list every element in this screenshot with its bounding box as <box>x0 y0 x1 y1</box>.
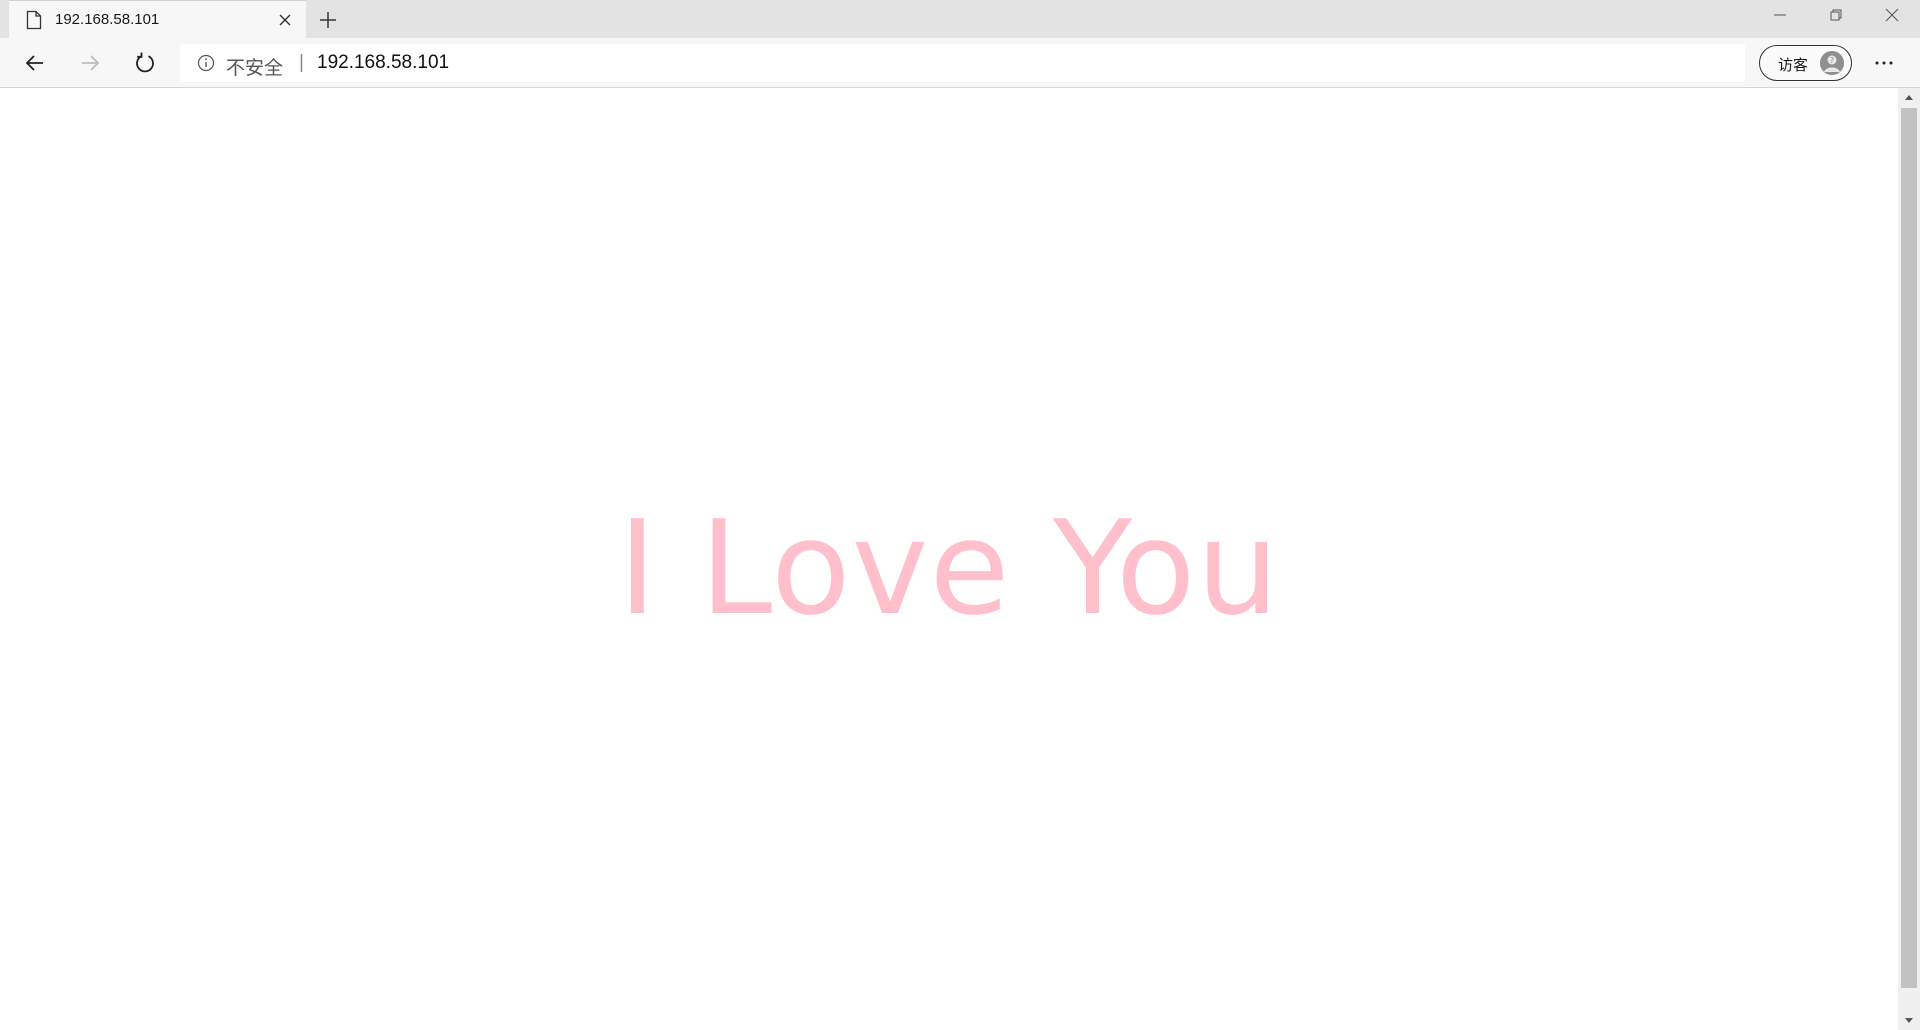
profile-label: 访客 <box>1778 56 1809 74</box>
profile-button[interactable]: 访客 ? <box>1759 45 1852 81</box>
more-button[interactable] <box>1868 50 1900 76</box>
scroll-thumb[interactable] <box>1901 108 1917 988</box>
scroll-up-icon <box>1905 95 1913 100</box>
info-icon[interactable] <box>197 54 215 72</box>
minimize-button[interactable] <box>1752 0 1808 30</box>
svg-text:?: ? <box>1830 56 1834 65</box>
browser-toolbar: 不安全 | 访客 ? <box>0 38 1920 88</box>
refresh-button[interactable] <box>129 47 161 79</box>
forward-arrow-icon <box>82 55 100 71</box>
page-viewport: I Love You <box>0 88 1898 1030</box>
security-label[interactable]: 不安全 <box>226 53 283 80</box>
restore-icon <box>1830 9 1842 21</box>
headline: I Love You <box>618 492 1280 644</box>
back-arrow-icon <box>25 55 43 71</box>
minimize-icon <box>1774 14 1786 16</box>
refresh-icon <box>136 52 154 73</box>
more-icon <box>1875 61 1893 65</box>
close-icon <box>1885 8 1899 22</box>
scroll-down-icon <box>1905 1018 1913 1023</box>
tab-title: 192.168.58.101 <box>55 11 160 28</box>
page-icon <box>26 10 42 30</box>
back-button[interactable] <box>19 47 51 79</box>
tab-close-icon[interactable] <box>276 11 294 29</box>
close-window-button[interactable] <box>1864 0 1920 30</box>
address-bar[interactable]: 不安全 | <box>180 44 1745 82</box>
forward-button[interactable] <box>74 47 106 79</box>
scroll-up-button[interactable] <box>1898 88 1920 108</box>
vertical-scrollbar[interactable] <box>1898 88 1920 1030</box>
scroll-down-button[interactable] <box>1898 1010 1920 1030</box>
url-input[interactable] <box>317 50 1717 76</box>
plus-icon <box>320 12 336 28</box>
browser-window: 192.168.58.101 不安全 | 192.168.58.101 访客 ?… <box>0 0 1920 1030</box>
address-separator: | <box>299 52 304 73</box>
window-controls <box>1752 0 1920 30</box>
avatar-icon: ? <box>1820 51 1844 75</box>
new-tab-button[interactable] <box>314 6 342 34</box>
restore-button[interactable] <box>1808 0 1864 30</box>
tab-strip: 192.168.58.101 <box>0 0 1920 38</box>
tab-active[interactable]: 192.168.58.101 <box>9 0 306 38</box>
